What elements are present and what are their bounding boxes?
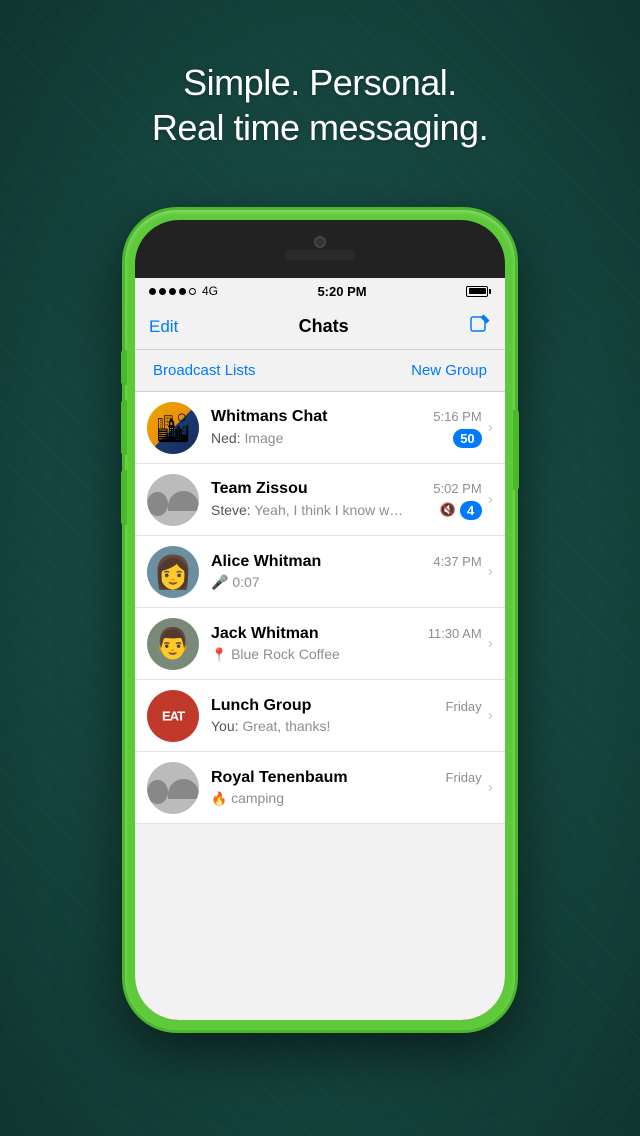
- chat-time: 5:02 PM: [433, 481, 481, 496]
- avatar: 👨: [147, 618, 199, 670]
- chat-name: Lunch Group: [211, 697, 311, 715]
- chat-content: Royal Tenenbaum Friday 🔥 camping: [211, 769, 482, 807]
- chat-time: 11:30 AM: [428, 626, 482, 641]
- chevron-right-icon: ›: [488, 779, 493, 797]
- chat-time: Friday: [446, 699, 482, 714]
- tagline-line1: Simple. Personal.: [183, 62, 457, 103]
- avatar: EAT: [147, 690, 199, 742]
- chat-sender: You:: [211, 718, 242, 734]
- tagline: Simple. Personal. Real time messaging.: [0, 60, 640, 150]
- side-button-power: [513, 410, 519, 490]
- chat-meta: 50: [453, 429, 481, 448]
- signal-dot-1: [149, 288, 156, 295]
- chat-time: 5:16 PM: [433, 409, 481, 424]
- chat-preview: 🎤 0:07: [211, 574, 260, 591]
- chat-content: Team Zissou 5:02 PM Steve: Yeah, I think…: [211, 480, 482, 520]
- chat-content: Alice Whitman 4:37 PM 🎤 0:07: [211, 553, 482, 591]
- signal-dot-3: [169, 288, 176, 295]
- chat-sender: Ned:: [211, 430, 244, 446]
- avatar: [147, 402, 199, 454]
- chat-list: Whitmans Chat 5:16 PM Ned: Image 50: [135, 392, 505, 824]
- list-item[interactable]: Whitmans Chat 5:16 PM Ned: Image 50: [135, 392, 505, 464]
- chat-time: Friday: [446, 770, 482, 785]
- chat-preview: 🔥 camping: [211, 790, 284, 807]
- chevron-right-icon: ›: [488, 707, 493, 725]
- chat-content: Whitmans Chat 5:16 PM Ned: Image 50: [211, 408, 482, 448]
- chat-meta: 🔇 4: [439, 501, 481, 520]
- compose-button[interactable]: [469, 313, 491, 341]
- edit-button[interactable]: Edit: [149, 317, 178, 337]
- avatar: [147, 474, 199, 526]
- avatar: [147, 762, 199, 814]
- microphone-icon: 🎤: [211, 574, 228, 590]
- signal-area: 4G: [149, 284, 218, 298]
- screen: 4G 5:20 PM Edit Chats: [135, 278, 505, 1020]
- chevron-right-icon: ›: [488, 419, 493, 437]
- side-button-vol-up: [121, 400, 127, 455]
- list-item[interactable]: 👩 Alice Whitman 4:37 PM 🎤 0:07: [135, 536, 505, 608]
- camera: [314, 236, 326, 248]
- fire-icon: 🔥: [211, 791, 227, 806]
- unread-badge: 50: [453, 429, 481, 448]
- chevron-right-icon: ›: [488, 491, 493, 509]
- phone-inner: 4G 5:20 PM Edit Chats: [135, 220, 505, 1020]
- chat-content: Lunch Group Friday You: Great, thanks!: [211, 697, 482, 734]
- list-item[interactable]: Team Zissou 5:02 PM Steve: Yeah, I think…: [135, 464, 505, 536]
- side-button-vol-down: [121, 470, 127, 525]
- battery-icon: [466, 286, 491, 297]
- chat-name: Alice Whitman: [211, 553, 321, 571]
- nav-bar: Edit Chats: [135, 304, 505, 350]
- chat-preview: Steve: Yeah, I think I know wha...: [211, 502, 411, 518]
- chat-preview: You: Great, thanks!: [211, 718, 330, 734]
- signal-dot-5: [189, 288, 196, 295]
- chat-name: Royal Tenenbaum: [211, 769, 348, 787]
- chat-time: 4:37 PM: [433, 554, 481, 569]
- list-item[interactable]: EAT Lunch Group Friday You: Great, thank…: [135, 680, 505, 752]
- list-item[interactable]: 👨 Jack Whitman 11:30 AM 📍 Blue Rock Coff…: [135, 608, 505, 680]
- chat-preview: Ned: Image: [211, 430, 283, 446]
- broadcast-lists-button[interactable]: Broadcast Lists: [153, 362, 256, 379]
- location-icon: 📍: [211, 647, 227, 662]
- list-item[interactable]: Royal Tenenbaum Friday 🔥 camping ›: [135, 752, 505, 824]
- chat-name: Whitmans Chat: [211, 408, 327, 426]
- unread-badge: 4: [460, 501, 482, 520]
- avatar: 👩: [147, 546, 199, 598]
- action-bar: Broadcast Lists New Group: [135, 350, 505, 392]
- chevron-right-icon: ›: [488, 563, 493, 581]
- status-bar: 4G 5:20 PM: [135, 278, 505, 304]
- speaker: [285, 250, 355, 260]
- signal-dot-2: [159, 288, 166, 295]
- page-title: Chats: [299, 316, 349, 337]
- chat-name: Team Zissou: [211, 480, 308, 498]
- mute-icon: 🔇: [439, 502, 455, 518]
- chat-preview: 📍 Blue Rock Coffee: [211, 646, 340, 663]
- chat-sender: Steve:: [211, 502, 254, 518]
- chat-content: Jack Whitman 11:30 AM 📍 Blue Rock Coffee: [211, 625, 482, 663]
- status-time: 5:20 PM: [317, 284, 366, 299]
- tagline-line2: Real time messaging.: [152, 107, 488, 148]
- network-type: 4G: [202, 284, 218, 298]
- chevron-right-icon: ›: [488, 635, 493, 653]
- new-group-button[interactable]: New Group: [411, 362, 487, 379]
- side-button-mute: [121, 350, 127, 385]
- phone-shell: 4G 5:20 PM Edit Chats: [125, 210, 515, 1030]
- chat-name: Jack Whitman: [211, 625, 319, 643]
- signal-dot-4: [179, 288, 186, 295]
